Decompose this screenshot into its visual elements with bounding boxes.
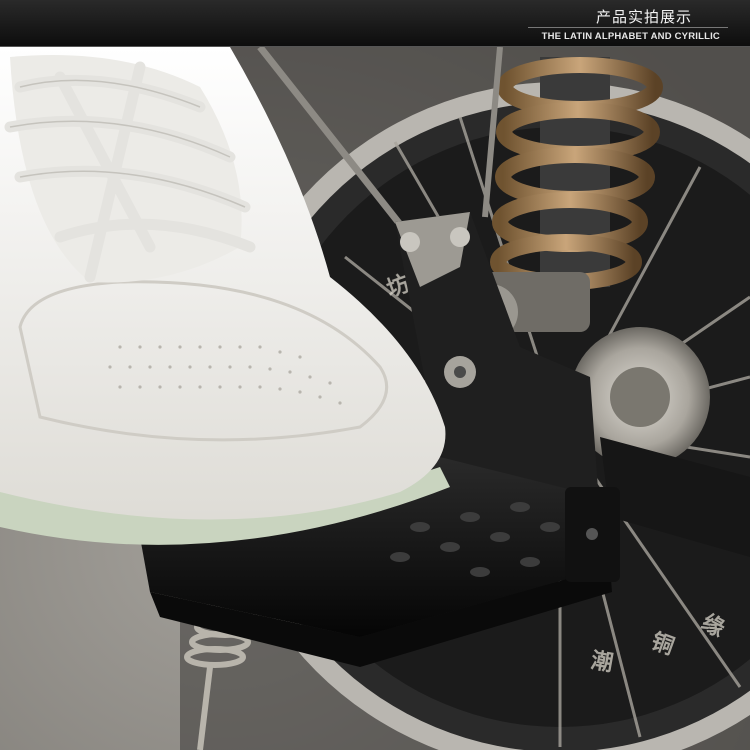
header-divider xyxy=(528,27,728,28)
product-photo: 坊 潮 铜 缘 xyxy=(0,47,750,750)
svg-text:潮: 潮 xyxy=(589,648,615,676)
header-bar: 产品实拍展示 THE LATIN ALPHABET AND CYRILLIC xyxy=(0,0,750,47)
header-subtitle: THE LATIN ALPHABET AND CYRILLIC xyxy=(541,31,720,42)
photo-illustration: 坊 潮 铜 缘 xyxy=(0,47,750,750)
header-title: 产品实拍展示 xyxy=(595,8,692,26)
product-photo-page: 产品实拍展示 THE LATIN ALPHABET AND CYRILLIC 坊… xyxy=(0,0,750,750)
